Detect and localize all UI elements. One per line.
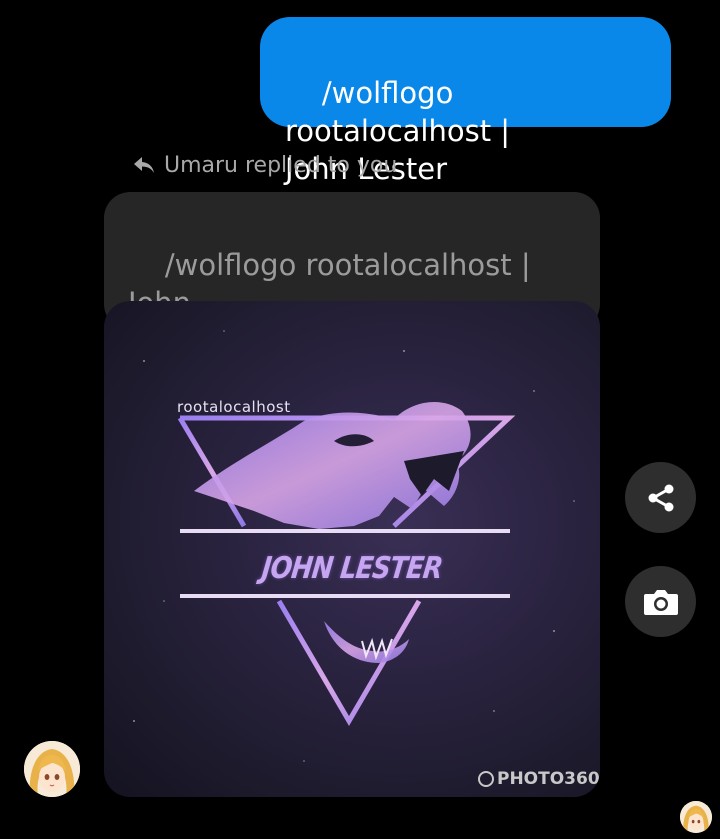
reply-indicator-text: Umaru replied to you xyxy=(164,152,398,178)
read-receipt-avatar xyxy=(680,801,712,833)
anime-girl-avatar-icon xyxy=(24,741,80,797)
sender-avatar[interactable] xyxy=(24,741,80,797)
reply-arrow-icon xyxy=(134,157,154,173)
save-photo-button[interactable] xyxy=(625,566,696,637)
share-button[interactable] xyxy=(625,462,696,533)
chat-thread: /wolflogo rootalocalhost | John Lester U… xyxy=(0,0,720,839)
logo-handle-text: rootalocalhost xyxy=(177,398,291,416)
anime-girl-avatar-icon xyxy=(680,801,712,833)
photo360-watermark: PHOTO360 xyxy=(478,769,600,789)
reply-indicator: Umaru replied to you xyxy=(133,150,397,180)
photo360-logo-icon xyxy=(478,771,494,787)
wolf-logo-image[interactable]: rootalocalhost JOHN LESTER PHOTO360 xyxy=(104,301,600,797)
wolf-logo-artwork xyxy=(133,330,575,762)
logo-name-text: JOHN LESTER xyxy=(259,551,445,586)
camera-icon xyxy=(643,589,678,615)
watermark-text: PHOTO360 xyxy=(497,769,600,789)
sent-message-bubble[interactable]: /wolflogo rootalocalhost | John Lester xyxy=(260,17,671,186)
share-icon xyxy=(648,484,673,511)
